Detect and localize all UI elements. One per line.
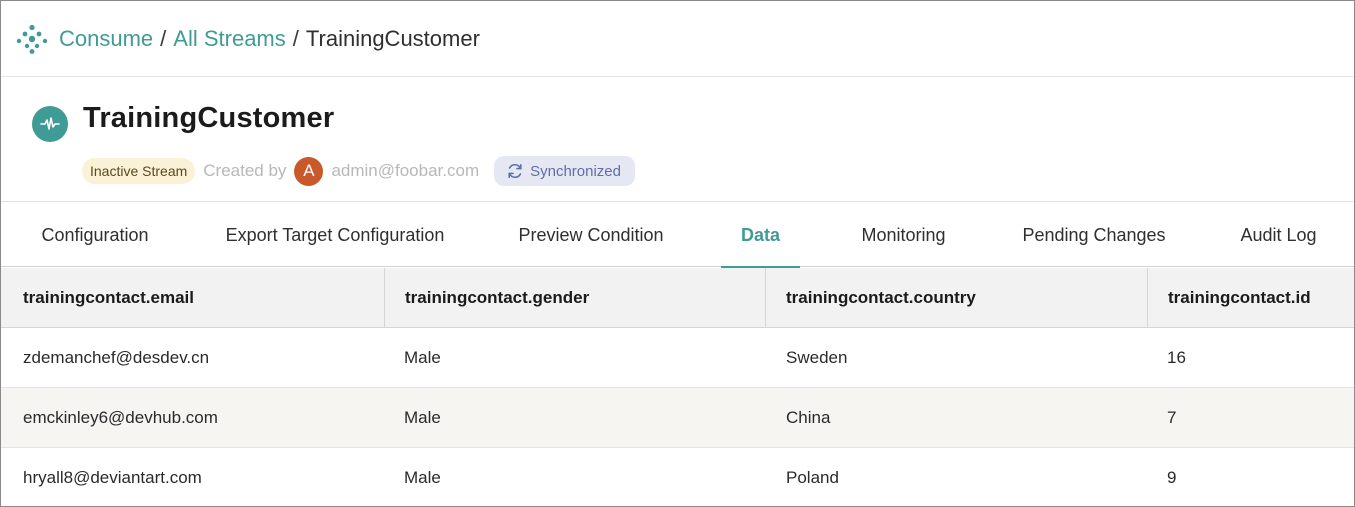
breadcrumb-all-streams[interactable]: All Streams (173, 26, 285, 52)
breadcrumb-separator: / (160, 25, 167, 51)
cell-gender: Male (404, 468, 441, 487)
table-row[interactable]: zdemanchef@desdev.cn Male Sweden 16 (1, 328, 1354, 388)
page-title: TrainingCustomer (83, 102, 335, 134)
stream-meta: Inactive Stream Created by A admin@fooba… (82, 155, 635, 187)
sync-status-label: Synchronized (530, 162, 621, 180)
avatar: A (294, 156, 324, 186)
table-header-row: trainingcontact.email trainingcontact.ge… (1, 268, 1354, 328)
app-window: Consume / All Streams / TrainingCustomer… (0, 0, 1355, 507)
breadcrumb-current: TrainingCustomer (305, 25, 480, 51)
status-badge: Inactive Stream (82, 158, 196, 184)
tab-configuration[interactable]: Configuration (23, 203, 167, 267)
cell-id: 9 (1167, 468, 1177, 487)
column-header-country[interactable]: trainingcontact.country (765, 268, 1147, 328)
created-by-label: Created by (203, 161, 287, 180)
cell-gender: Male (404, 408, 441, 427)
creator-email: admin@foobar.com (331, 161, 480, 180)
data-table: trainingcontact.email trainingcontact.ge… (1, 268, 1354, 506)
cell-id: 16 (1167, 348, 1186, 367)
stream-header: TrainingCustomer Inactive Stream Created… (1, 78, 1354, 202)
column-header-id[interactable]: trainingcontact.id (1147, 268, 1354, 328)
column-header-email[interactable]: trainingcontact.email (23, 268, 383, 328)
tab-bar: Configuration Export Target Configuratio… (1, 203, 1354, 268)
tab-pending-changes[interactable]: Pending Changes (1011, 203, 1177, 267)
top-bar: Consume / All Streams / TrainingCustomer (1, 1, 1354, 77)
breadcrumb-separator: / (292, 25, 299, 51)
sync-status-button[interactable]: Synchronized (494, 156, 635, 186)
table-row[interactable]: hryall8@deviantart.com Male Poland 9 (1, 448, 1354, 506)
cell-id: 7 (1167, 408, 1177, 427)
cell-country: China (786, 408, 831, 427)
column-header-gender[interactable]: trainingcontact.gender (384, 268, 765, 328)
cell-gender: Male (404, 348, 441, 367)
cell-email: zdemanchef@desdev.cn (23, 348, 210, 367)
waveform-icon (32, 106, 68, 142)
cell-email: hryall8@deviantart.com (23, 468, 202, 487)
breadcrumb: Consume / All Streams / TrainingCustomer (59, 26, 480, 52)
logo-icon[interactable] (15, 22, 49, 56)
tab-preview-condition[interactable]: Preview Condition (504, 203, 678, 267)
tab-audit-log[interactable]: Audit Log (1225, 203, 1332, 267)
table-row[interactable]: emckinley6@devhub.com Male China 7 (1, 388, 1354, 448)
cell-email: emckinley6@devhub.com (23, 408, 218, 427)
cell-country: Sweden (786, 348, 848, 367)
refresh-icon (506, 162, 524, 180)
cell-country: Poland (786, 468, 839, 487)
tab-monitoring[interactable]: Monitoring (844, 203, 963, 267)
tab-export-target-configuration[interactable]: Export Target Configuration (213, 203, 457, 267)
breadcrumb-consume[interactable]: Consume (59, 26, 153, 52)
tab-data[interactable]: Data (721, 203, 800, 268)
